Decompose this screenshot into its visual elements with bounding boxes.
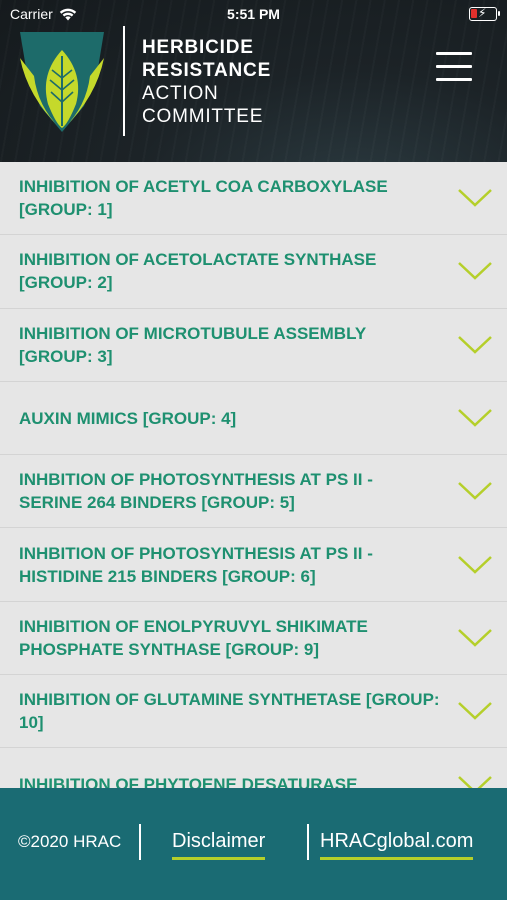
list-item-label: INHIBITION OF ACETYL COA CARBOXYLASE [GR… <box>19 177 388 220</box>
list-item[interactable]: INHBITION OF PHOTOSYNTHESIS AT PS II - S… <box>0 455 507 529</box>
list-item-label: INHIBITION OF PHYTOENE DESATURASE <box>19 775 358 788</box>
copyright-text: ©2020 HRAC <box>18 832 122 851</box>
disclaimer-link[interactable]: Disclaimer <box>172 830 266 860</box>
list-item-label: INHBITION OF PHOTOSYNTHESIS AT PS II - H… <box>19 543 373 586</box>
header-divider <box>123 26 125 136</box>
chevron-down-icon[interactable] <box>458 335 492 355</box>
org-name-line-4: COMMITTEE <box>142 106 264 127</box>
chevron-down-icon[interactable] <box>458 408 492 428</box>
app-header: Carrier 5:51 PM ⚡ HERBICIDE RESISTANCE A… <box>0 0 507 162</box>
moa-group-list: INHIBITION OF ACETYL COA CARBOXYLASE [GR… <box>0 162 507 788</box>
org-name-line-1: HERBICIDE <box>142 37 254 58</box>
list-item[interactable]: AUXIN MIMICS [GROUP: 4] <box>0 381 507 456</box>
list-item-label: INHBITION OF PHOTOSYNTHESIS AT PS II - S… <box>19 470 373 513</box>
list-item-label: INHIBITION OF MICROTUBULE ASSEMBLY [GROU… <box>19 323 366 366</box>
list-item-label: INHIBITION OF ACETOLACTATE SYNTHASE [GRO… <box>19 250 377 293</box>
battery-icon: ⚡ <box>469 6 500 21</box>
footer-divider <box>307 824 309 860</box>
list-item-label: INHIBITION OF ENOLPYRUVYL SHIKIMATE PHOS… <box>19 616 368 659</box>
hrac-logo <box>20 32 104 132</box>
website-link[interactable]: HRACglobal.com <box>320 830 474 860</box>
list-item-label: INHIBITION OF GLUTAMINE SYNTHETASE [GROU… <box>19 690 440 733</box>
list-item[interactable]: INHIBITION OF MICROTUBULE ASSEMBLY [GROU… <box>0 308 507 382</box>
chevron-down-icon[interactable] <box>458 555 492 575</box>
list-item-label: AUXIN MIMICS [GROUP: 4] <box>19 408 237 428</box>
app-footer: ©2020 HRAC Disclaimer HRACglobal.com <box>0 788 507 900</box>
footer-divider <box>139 824 141 860</box>
list-item[interactable]: INHIBITION OF ACETYL COA CARBOXYLASE [GR… <box>0 162 507 236</box>
org-name-line-2: RESISTANCE <box>142 60 272 81</box>
list-item[interactable]: INHBITION OF PHOTOSYNTHESIS AT PS II - H… <box>0 528 507 602</box>
list-item[interactable]: INHIBITION OF PHYTOENE DESATURASE <box>0 748 507 788</box>
chevron-down-icon[interactable] <box>458 775 492 788</box>
list-item[interactable]: INHIBITION OF GLUTAMINE SYNTHETASE [GROU… <box>0 675 507 749</box>
chevron-down-icon[interactable] <box>458 701 492 721</box>
chevron-down-icon[interactable] <box>458 628 492 648</box>
chevron-down-icon[interactable] <box>458 481 492 501</box>
clock: 5:51 PM <box>227 6 280 22</box>
chevron-down-icon[interactable] <box>458 261 492 281</box>
list-item[interactable]: INHIBITION OF ENOLPYRUVYL SHIKIMATE PHOS… <box>0 601 507 676</box>
status-bar: Carrier 5:51 PM ⚡ <box>0 0 507 28</box>
list-item[interactable]: INHIBITION OF ACETOLACTATE SYNTHASE [GRO… <box>0 235 507 309</box>
hamburger-menu-icon[interactable] <box>436 52 472 82</box>
org-name-line-3: ACTION <box>142 83 219 104</box>
organization-name: HERBICIDE RESISTANCE ACTION COMMITTEE <box>142 36 271 128</box>
chevron-down-icon[interactable] <box>458 188 492 208</box>
